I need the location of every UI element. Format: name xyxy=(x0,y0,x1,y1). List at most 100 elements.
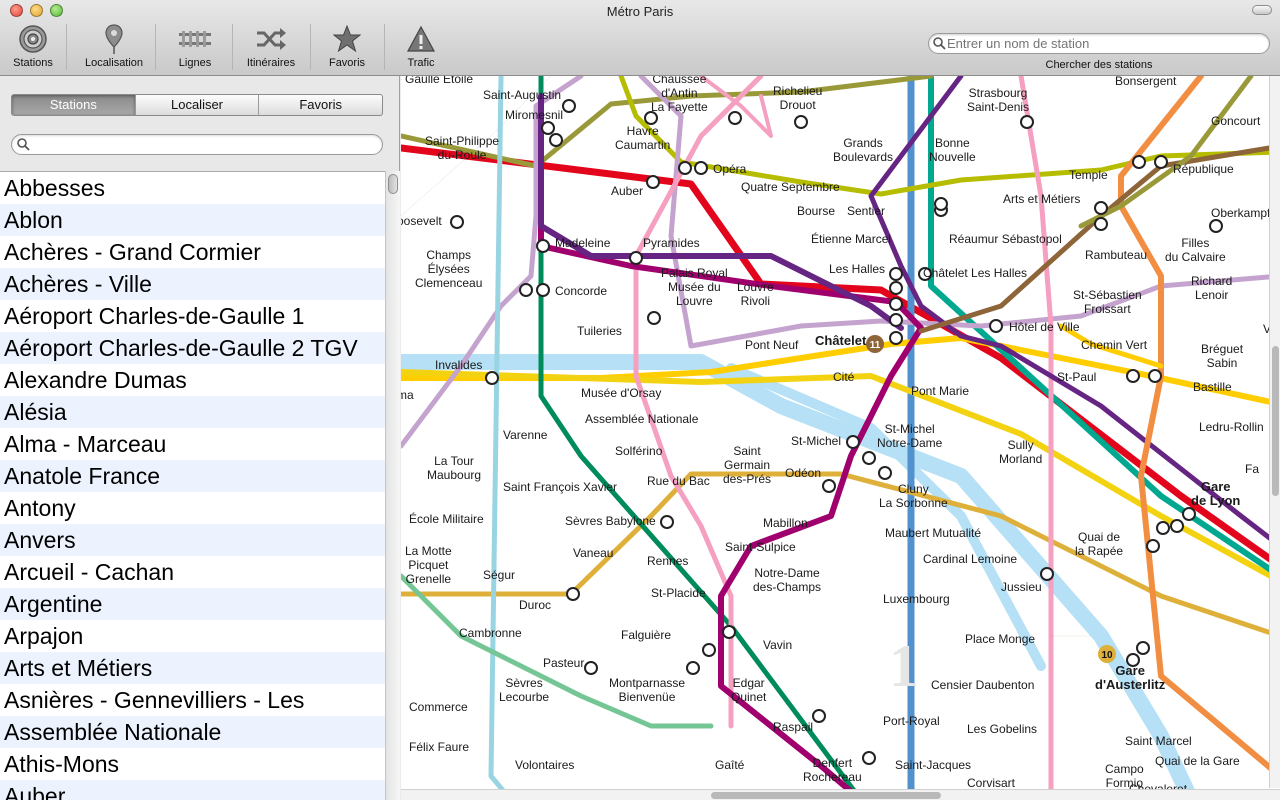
station-label[interactable]: Strasbourg Saint-Denis xyxy=(967,86,1029,114)
station-marker[interactable] xyxy=(694,161,708,175)
station-label[interactable]: Censier Daubenton xyxy=(931,678,1034,692)
metro-line-3b[interactable] xyxy=(1078,76,1254,229)
station-marker[interactable] xyxy=(989,319,1003,333)
station-marker[interactable] xyxy=(1136,641,1150,655)
station-label[interactable]: Saint François Xavier xyxy=(503,480,617,494)
station-label[interactable]: Cardinal Lemoine xyxy=(923,552,1017,566)
station-search-field[interactable] xyxy=(928,33,1270,54)
station-marker[interactable] xyxy=(686,661,700,675)
station-marker[interactable] xyxy=(536,283,550,297)
list-item[interactable]: Alma - Marceau xyxy=(0,428,385,460)
station-label[interactable]: Saint Germain des-Prés xyxy=(723,444,771,486)
station-label[interactable]: Sentier xyxy=(847,204,885,218)
station-marker[interactable] xyxy=(678,161,692,175)
station-label[interactable]: Quai de la Gare xyxy=(1155,754,1240,768)
station-marker[interactable] xyxy=(934,197,948,211)
station-label[interactable]: Miromesnil xyxy=(505,108,563,122)
station-list-scrollbar[interactable] xyxy=(385,171,400,800)
station-label[interactable]: Montparnasse Bienvenüe xyxy=(609,676,685,704)
station-marker[interactable] xyxy=(878,466,892,480)
station-label[interactable]: La Tour Maubourg xyxy=(427,454,481,482)
station-marker[interactable] xyxy=(646,175,660,189)
station-label[interactable]: Quatre Septembre xyxy=(741,180,840,194)
station-marker[interactable] xyxy=(541,121,555,135)
station-label[interactable]: Vaneau xyxy=(573,546,613,560)
station-label[interactable]: Madeleine xyxy=(555,236,610,250)
station-marker[interactable] xyxy=(584,661,598,675)
station-label[interactable]: Jussieu xyxy=(1001,580,1042,594)
station-label[interactable]: Étienne Marcel xyxy=(811,232,891,246)
station-marker[interactable] xyxy=(722,625,736,639)
list-item[interactable]: Aéroport Charles-de-Gaulle 2 TGV xyxy=(0,332,385,364)
station-list[interactable]: Abbesses Ablon Achères - Grand Cormier Achè… xyxy=(0,171,385,800)
station-label[interactable]: Ledru-Rollin xyxy=(1199,420,1264,434)
station-label[interactable]: oosevelt xyxy=(401,214,442,228)
list-item[interactable]: Aéroport Charles-de-Gaulle 1 xyxy=(0,300,385,332)
station-label[interactable]: Sully Morland xyxy=(999,438,1042,466)
station-marker[interactable] xyxy=(647,311,661,325)
station-label[interactable]: Félix Faure xyxy=(409,740,469,754)
station-label[interactable]: Richelieu Drouot xyxy=(773,84,822,112)
list-item[interactable]: Antony xyxy=(0,492,385,524)
station-label[interactable]: Auber xyxy=(611,184,643,198)
station-label[interactable]: St-Michel xyxy=(791,434,841,448)
map-vertical-scrollbar[interactable] xyxy=(1269,76,1280,788)
station-label[interactable]: Saint-Jacques xyxy=(895,758,971,772)
station-label[interactable]: Invalides xyxy=(435,358,482,372)
station-label[interactable]: Havre Caumartin xyxy=(615,124,670,152)
station-label[interactable]: Gaîté xyxy=(715,758,744,772)
station-label[interactable]: La Motte Picquet Grenelle xyxy=(405,544,452,586)
list-item[interactable]: Asnières - Gennevilliers - Les xyxy=(0,684,385,716)
station-label[interactable]: Pyramides xyxy=(643,236,700,250)
list-item[interactable]: Athis-Mons xyxy=(0,748,385,780)
station-label[interactable]: Bréguet Sabin xyxy=(1201,342,1243,370)
station-label[interactable]: Bourse xyxy=(797,204,835,218)
station-label[interactable]: Cluny La Sorbonne xyxy=(879,482,948,510)
station-marker[interactable] xyxy=(889,281,903,295)
station-label[interactable]: Commerce xyxy=(409,700,468,714)
list-item[interactable]: Abbesses xyxy=(0,172,385,204)
station-marker[interactable] xyxy=(889,313,903,327)
station-marker[interactable] xyxy=(1040,567,1054,581)
station-label[interactable]: St-Michel Notre-Dame xyxy=(877,422,942,450)
station-label[interactable]: Louvre Rivoli xyxy=(737,280,774,308)
station-label[interactable]: Mabillon xyxy=(763,516,808,530)
station-marker[interactable] xyxy=(889,331,903,345)
station-marker[interactable] xyxy=(1132,155,1146,169)
station-label[interactable]: Pont Marie xyxy=(911,384,969,398)
station-label[interactable]: St-Sébastien Froissart xyxy=(1073,288,1142,316)
station-marker[interactable] xyxy=(1020,115,1034,129)
list-item[interactable]: Arcueil - Cachan xyxy=(0,556,385,588)
station-marker[interactable] xyxy=(1094,201,1108,215)
station-label[interactable]: Assemblée Nationale xyxy=(585,412,698,426)
toolbar-toggle-button[interactable] xyxy=(1252,5,1272,15)
station-marker[interactable] xyxy=(1094,217,1108,231)
station-label[interactable]: Quai de la Rapée xyxy=(1075,530,1123,558)
station-label[interactable]: Goncourt xyxy=(1211,114,1260,128)
station-marker[interactable] xyxy=(536,239,550,253)
scrollbar-thumb[interactable] xyxy=(388,174,398,194)
station-label[interactable]: Saint-Philippe du-Roule xyxy=(425,134,499,162)
toolbar-stations-button[interactable]: Stations xyxy=(6,22,60,74)
station-label[interactable]: Châtelet Les Halles xyxy=(923,266,1027,280)
station-label[interactable]: République xyxy=(1173,162,1234,176)
station-label[interactable]: Concorde xyxy=(555,284,607,298)
list-item[interactable]: Achères - Ville xyxy=(0,268,385,300)
list-item[interactable]: Anatole France xyxy=(0,460,385,492)
list-item[interactable]: Argentine xyxy=(0,588,385,620)
station-label[interactable]: Chaussée d'Antin La Fayette xyxy=(651,76,708,114)
station-marker[interactable] xyxy=(519,283,533,297)
station-marker[interactable] xyxy=(1170,519,1184,533)
list-item[interactable]: Ablon xyxy=(0,204,385,236)
tab-localiser[interactable]: Localiser xyxy=(136,95,260,115)
station-label[interactable]: Varenne xyxy=(503,428,547,442)
station-label[interactable]: Pasteur xyxy=(543,656,584,670)
station-marker[interactable] xyxy=(862,751,876,765)
station-label[interactable]: Raspail xyxy=(773,720,813,734)
station-label[interactable]: Les Gobelins xyxy=(967,722,1037,736)
station-label[interactable]: Rambuteau xyxy=(1085,248,1147,262)
station-marker[interactable] xyxy=(812,709,826,723)
tab-stations[interactable]: Stations xyxy=(12,95,136,115)
station-label[interactable]: Grands Boulevards xyxy=(833,136,893,164)
station-label[interactable]: Volontaires xyxy=(515,758,574,772)
